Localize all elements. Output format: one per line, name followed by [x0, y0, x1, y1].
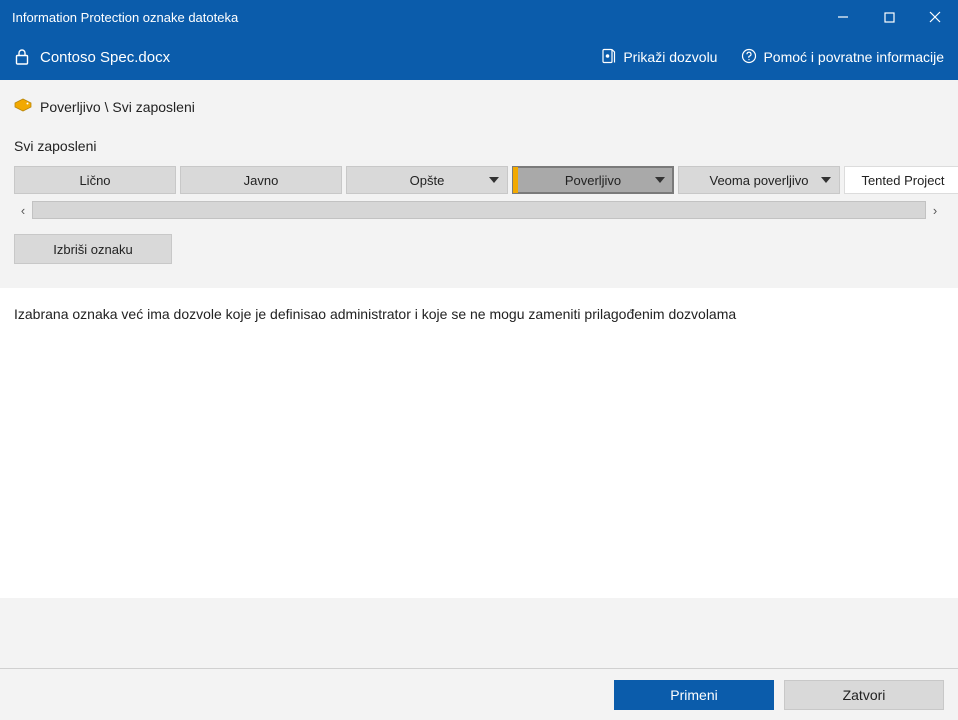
minimize-button[interactable] — [820, 0, 866, 34]
label-option[interactable]: Lično — [14, 166, 176, 194]
permission-icon — [601, 48, 617, 67]
label-option-text: Veoma poverljivo — [710, 173, 809, 188]
help-icon — [741, 48, 757, 67]
label-option[interactable]: Opšte — [346, 166, 508, 194]
info-panel: Izabrana oznaka već ima dozvole koje je … — [0, 288, 958, 598]
scroll-track[interactable] — [32, 201, 926, 219]
content-area: Poverljivo \ Svi zaposleni Svi zaposleni… — [0, 80, 958, 668]
info-text: Izabrana oznaka već ima dozvole koje je … — [14, 306, 944, 322]
current-label-path: Poverljivo \ Svi zaposleni — [14, 98, 944, 116]
footer-bar: Primeni Zatvori — [0, 668, 958, 720]
tag-icon — [14, 98, 32, 116]
current-label-text: Poverljivo \ Svi zaposleni — [40, 99, 195, 115]
delete-label-button[interactable]: Izbriši oznaku — [14, 234, 172, 264]
label-option[interactable]: Veoma poverljivo — [678, 166, 840, 194]
chevron-down-icon — [655, 177, 665, 183]
header-bar: Contoso Spec.docx Prikaži dozvolu Pomoć … — [0, 34, 958, 80]
label-option[interactable]: Tented Project — [844, 166, 958, 194]
apply-button[interactable]: Primeni — [614, 680, 774, 710]
chevron-down-icon — [821, 177, 831, 183]
label-scrollbar: ‹ › — [14, 200, 944, 220]
show-permission-label: Prikaži dozvolu — [623, 49, 717, 65]
chevron-down-icon — [489, 177, 499, 183]
label-option-text: Lično — [79, 173, 110, 188]
close-button[interactable]: Zatvori — [784, 680, 944, 710]
maximize-button[interactable] — [866, 0, 912, 34]
section-heading: Svi zaposleni — [14, 138, 944, 154]
file-name: Contoso Spec.docx — [40, 49, 577, 66]
label-option-text: Opšte — [410, 173, 445, 188]
label-option-text: Javno — [244, 173, 279, 188]
lock-icon — [14, 48, 30, 66]
label-option[interactable]: Poverljivo — [512, 166, 674, 194]
label-option-text: Tented Project — [861, 173, 944, 188]
label-option[interactable]: Javno — [180, 166, 342, 194]
window-title: Information Protection oznake datoteka — [12, 10, 820, 25]
window-titlebar: Information Protection oznake datoteka — [0, 0, 958, 34]
show-permission-link[interactable]: Prikaži dozvolu — [601, 48, 717, 67]
scroll-right-button[interactable]: › — [926, 200, 944, 220]
help-feedback-link[interactable]: Pomoć i povratne informacije — [741, 48, 944, 67]
label-bar: Lično Javno Opšte Poverljivo Veoma poverljiv… — [14, 166, 944, 194]
scroll-left-button[interactable]: ‹ — [14, 200, 32, 220]
close-window-button[interactable] — [912, 0, 958, 34]
label-option-text: Poverljivo — [565, 173, 621, 188]
help-feedback-label: Pomoć i povratne informacije — [763, 49, 944, 65]
